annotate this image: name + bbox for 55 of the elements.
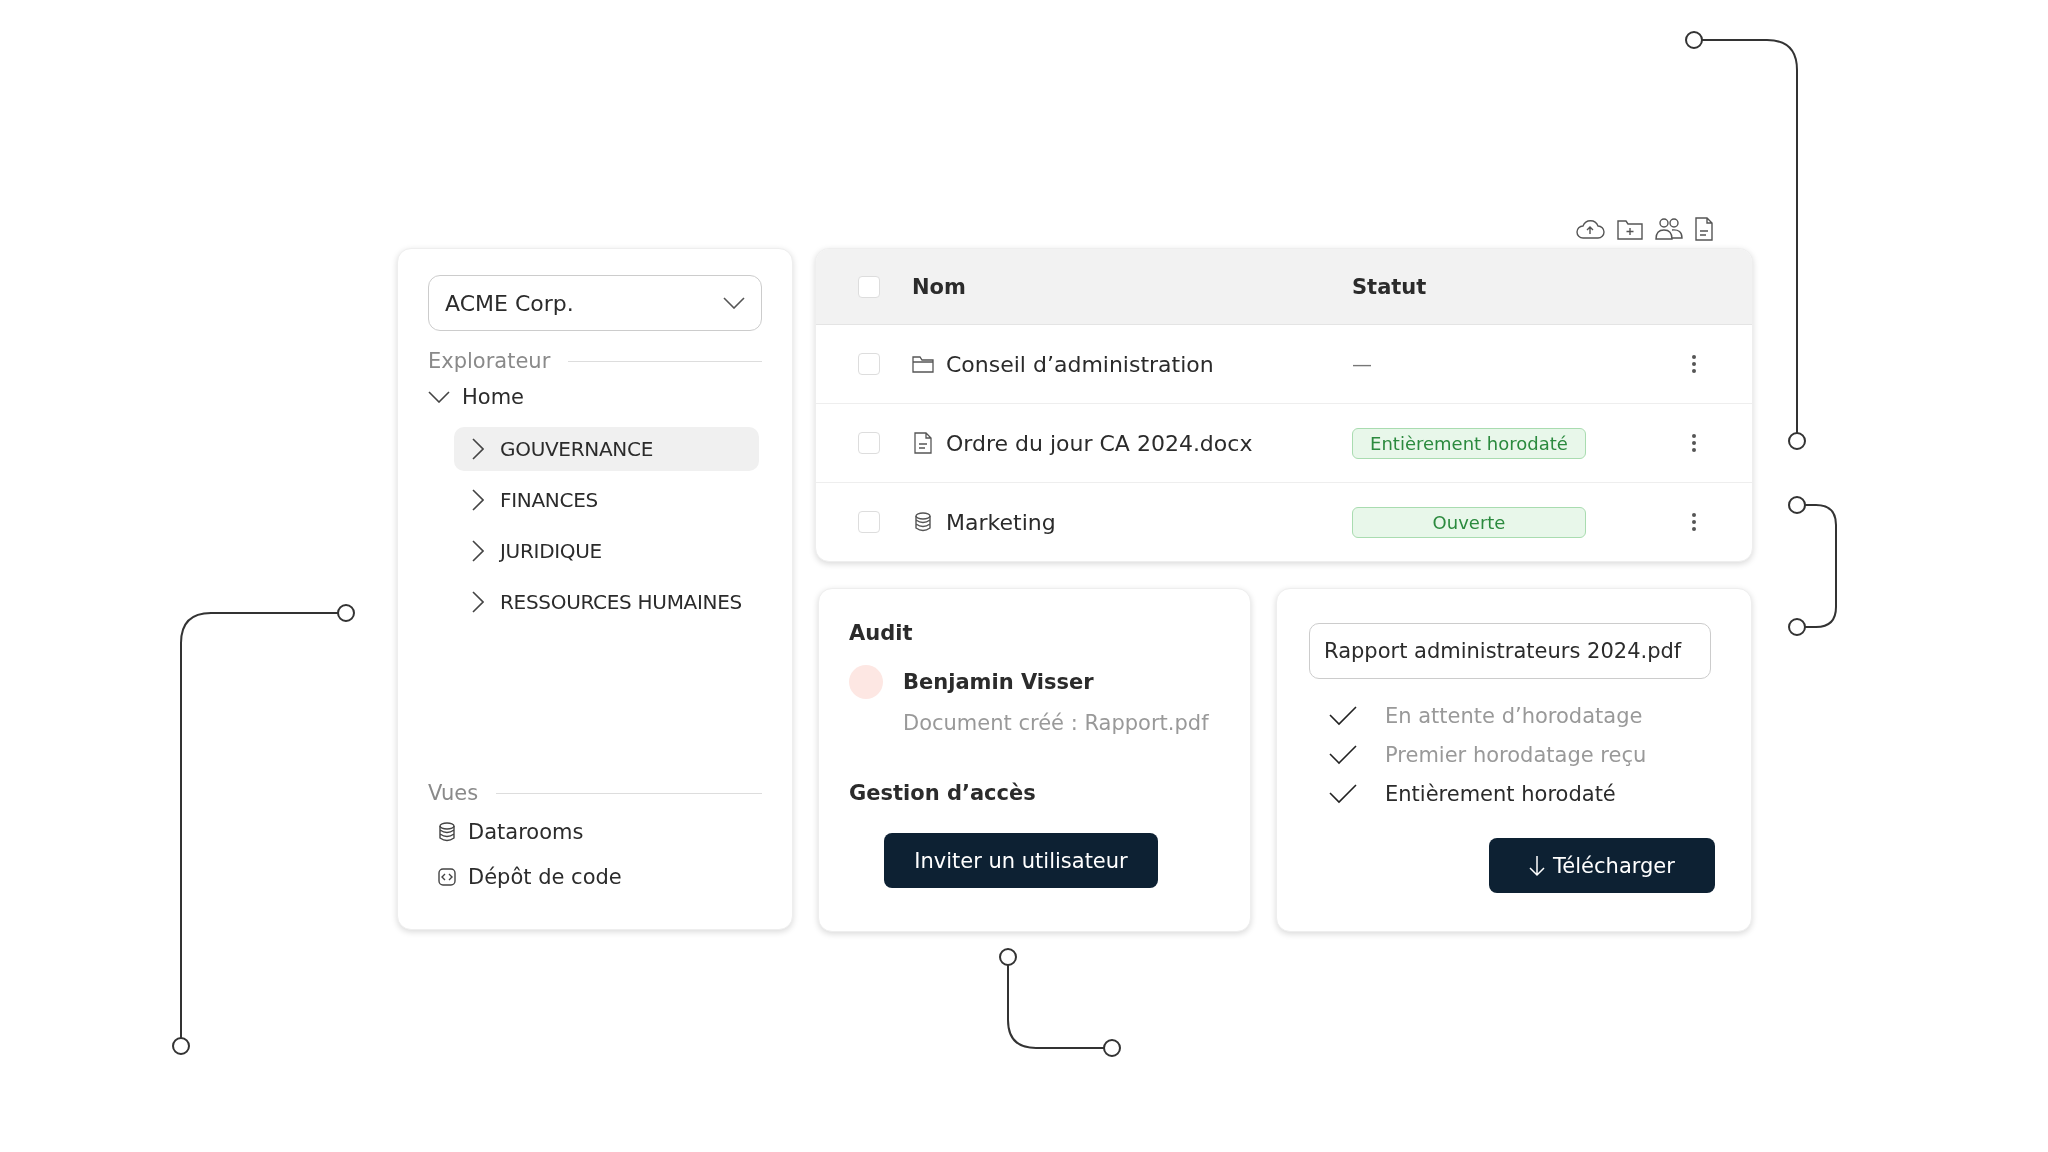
view-link[interactable]: Dépôt de code [428,854,762,899]
step-label: Entièrement horodaté [1385,781,1616,806]
chevron-icon [472,540,484,562]
checkbox[interactable] [858,432,880,454]
checkbox[interactable] [858,275,880,298]
step-label: En attente d’horodatage [1385,703,1643,728]
status-badge: Entièrement horodaté [1352,427,1586,459]
tree-item[interactable]: GOUVERNANCE [454,427,759,471]
card-title: Audit [849,621,914,645]
folder-icon [912,355,934,373]
check-icon [1329,705,1357,726]
invite-button[interactable]: Inviter un utilisateur [884,833,1158,888]
status-badge: Ouverte [1352,506,1586,538]
column-header: Statut [1352,274,1427,299]
tree-item[interactable]: JURIDIQUE [454,529,784,573]
chevron-down-icon [428,391,450,403]
file-name: Marketing [946,509,1056,535]
more-icon[interactable] [1691,354,1697,374]
users-icon[interactable] [1655,217,1683,241]
step-label: Premier horodatage reçu [1385,742,1647,767]
user-name: Benjamin Visser [903,670,1094,694]
audit-event: Document créé : Rapport.pdf [903,711,1210,735]
checkbox[interactable] [858,511,880,533]
database-icon [912,512,934,532]
file-name: Conseil d’administration [946,351,1214,377]
avatar [849,665,883,699]
file-name: Ordre du jour CA 2024.docx [946,430,1253,456]
document-icon[interactable] [1695,217,1713,241]
chevron-icon [472,489,484,511]
status-text: — [1352,352,1372,376]
section-title: Gestion d’accès [849,781,1037,805]
chevron-icon [472,438,484,460]
file-icon [912,432,934,454]
check-icon [1329,783,1357,804]
chevron-down-icon [723,297,745,309]
database-icon [438,821,456,842]
company-select[interactable]: ACME Corp. [428,275,762,331]
tree-item[interactable]: FINANCES [454,478,784,522]
checkbox[interactable] [858,353,880,375]
section-label: Explorateur [428,349,551,373]
tree-item[interactable]: Home [428,377,762,417]
code-icon [438,867,456,886]
chevron-icon [472,591,484,613]
cloud-upload-icon[interactable] [1575,218,1605,240]
view-link[interactable]: Datarooms [428,809,762,854]
tree-item[interactable]: RESSOURCES HUMAINES [454,580,784,624]
arrow-down-icon [1529,854,1546,877]
more-icon[interactable] [1691,512,1697,532]
more-icon[interactable] [1691,433,1697,453]
column-header: Nom [912,274,967,299]
section-label: Vues [428,781,479,805]
download-button[interactable]: Télécharger [1489,838,1715,893]
file-name-field[interactable]: Rapport administrateurs 2024.pdf [1309,623,1711,679]
check-icon [1329,744,1357,765]
add-folder-icon[interactable] [1617,218,1643,240]
